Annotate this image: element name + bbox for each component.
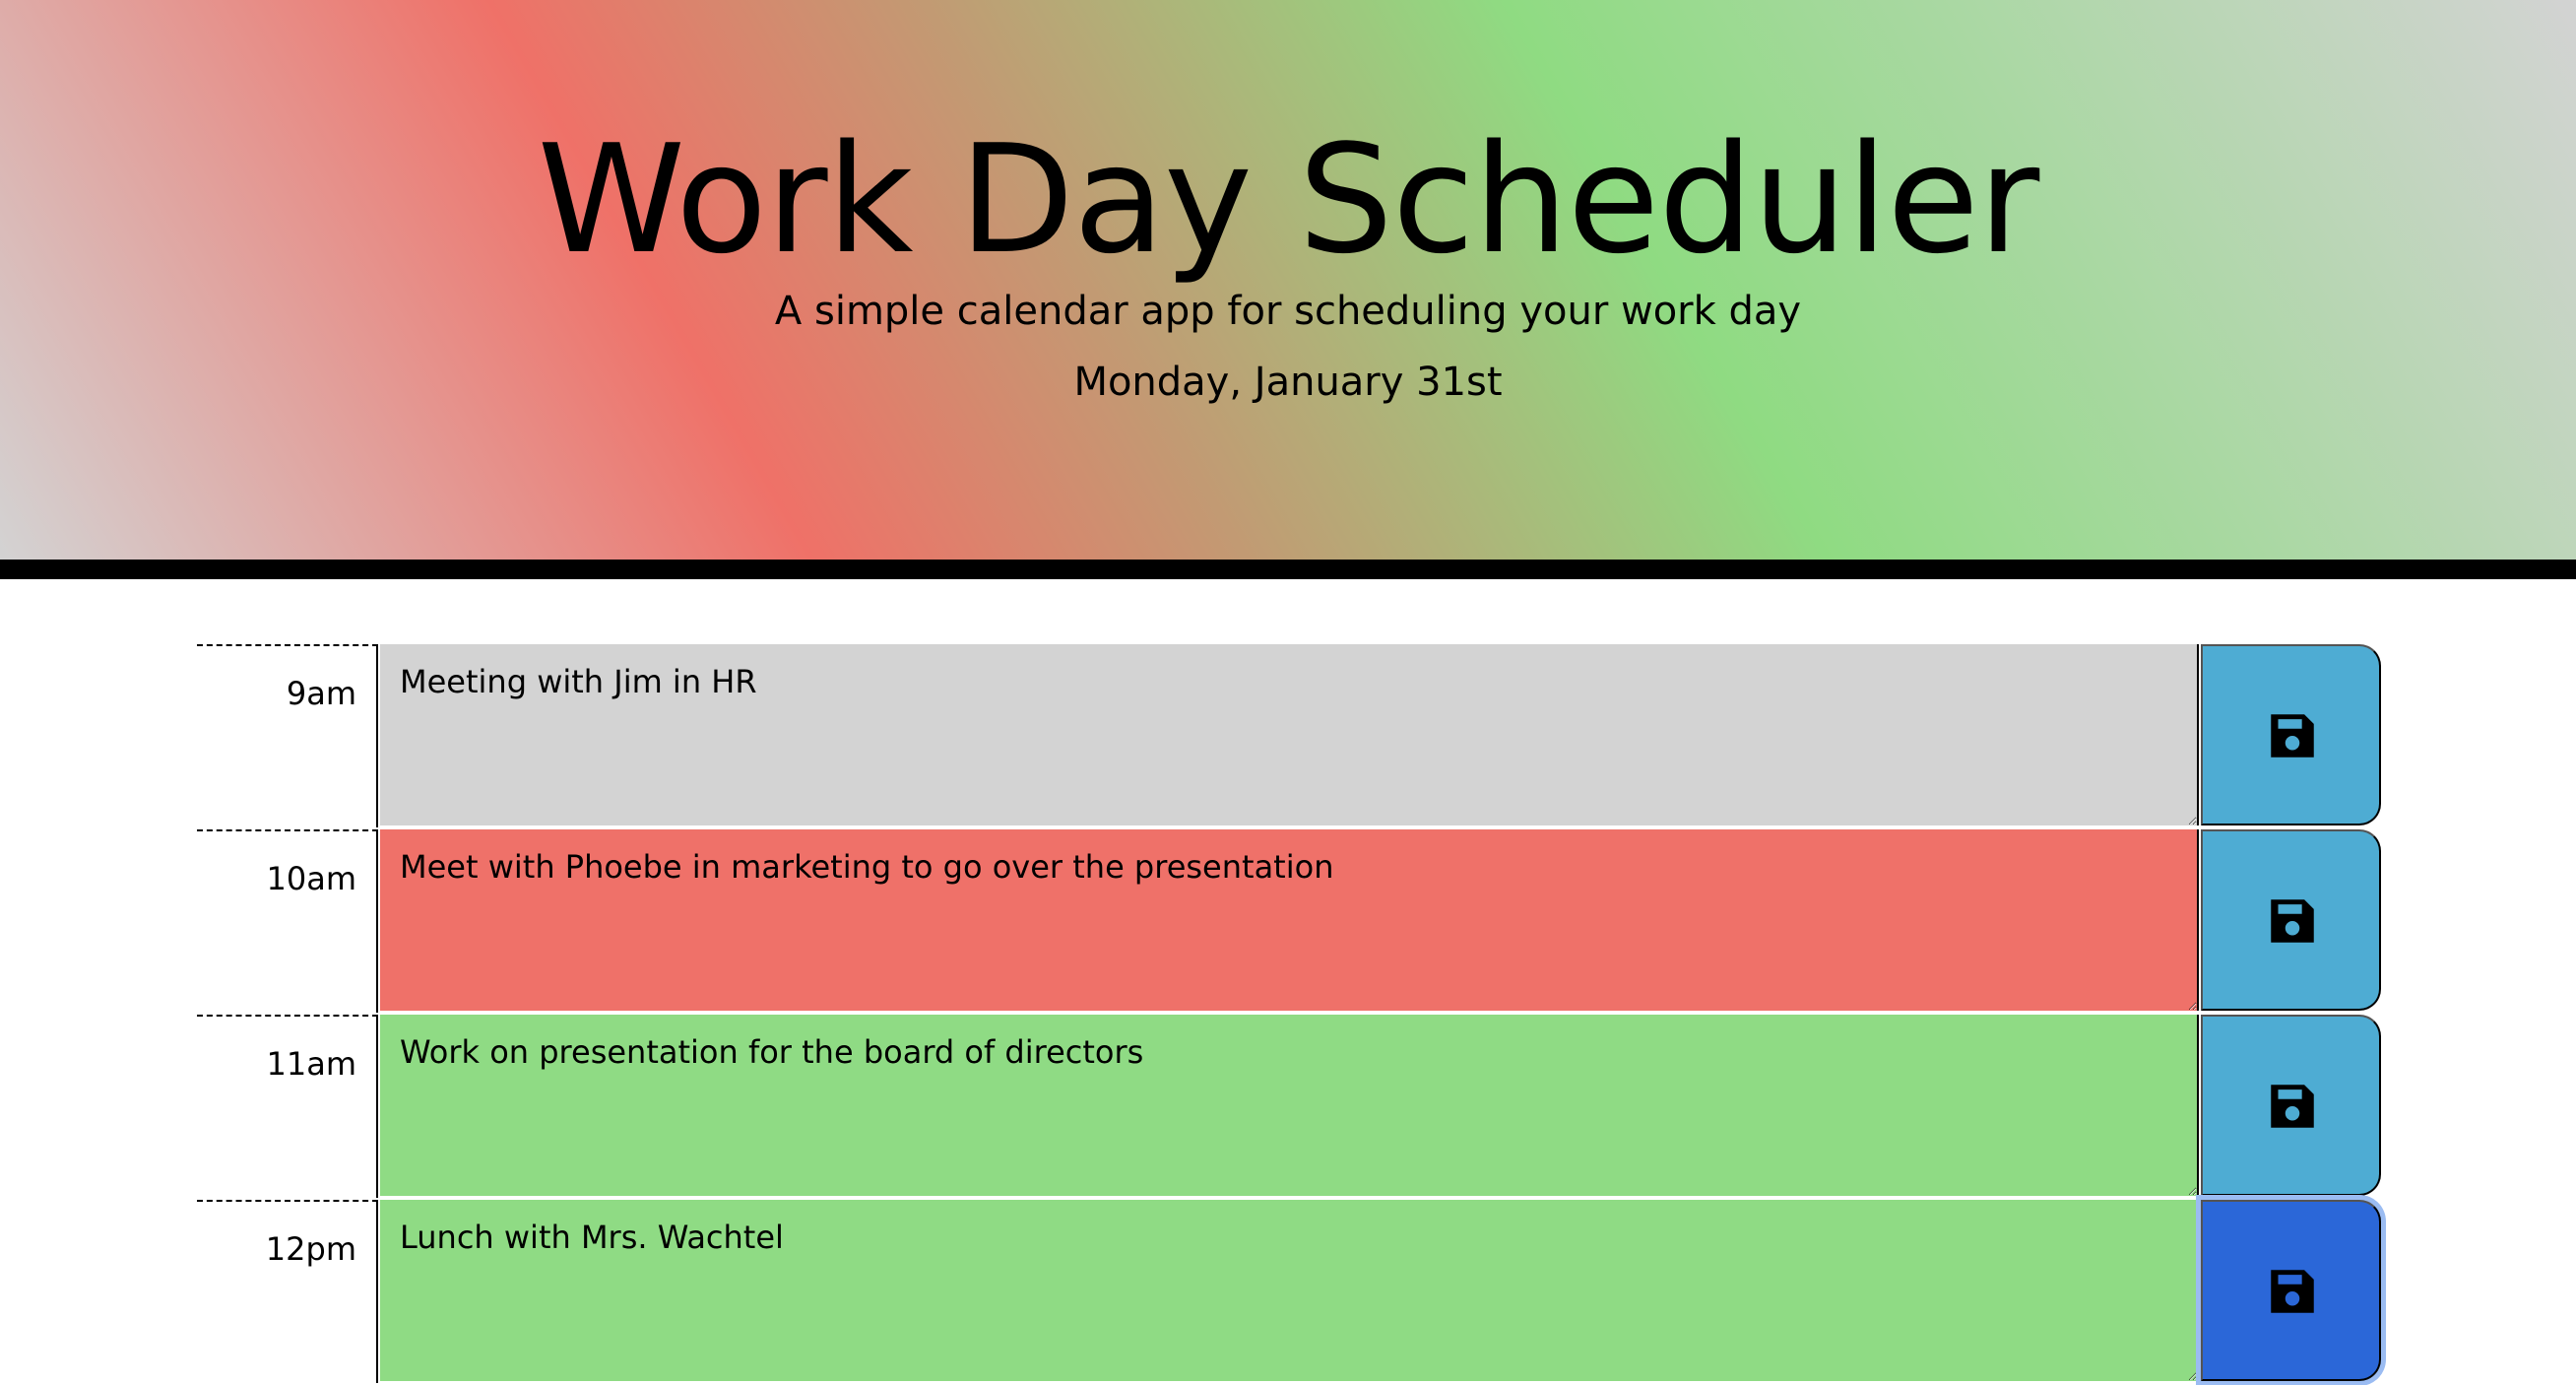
floppy-disk-icon (2271, 1270, 2314, 1313)
page-subtitle: A simple calendar app for scheduling you… (774, 289, 1802, 334)
hour-column: 12pm (197, 1200, 378, 1383)
save-button[interactable] (2201, 1200, 2381, 1381)
floppy-disk-icon (2271, 1085, 2314, 1128)
time-block-9am: 9am Meeting with Jim in HR (197, 644, 2383, 827)
event-description-input[interactable]: Work on presentation for the board of di… (380, 1015, 2199, 1196)
event-description-input[interactable]: Lunch with Mrs. Wachtel (380, 1200, 2199, 1381)
hour-label: 9am (286, 675, 356, 712)
header-banner: Work Day Scheduler A simple calendar app… (0, 0, 2576, 579)
floppy-disk-icon (2271, 899, 2314, 943)
time-block-11am: 11am Work on presentation for the board … (197, 1015, 2383, 1198)
hour-column: 11am (197, 1015, 378, 1198)
hour-column: 10am (197, 829, 378, 1013)
current-day: Monday, January 31st (1073, 360, 1503, 405)
page-title: Work Day Scheduler (537, 112, 2040, 287)
time-block-10am: 10am Meet with Phoebe in marketing to go… (197, 829, 2383, 1013)
hour-label: 11am (266, 1045, 357, 1083)
hour-label: 10am (266, 860, 357, 897)
save-button[interactable] (2201, 1015, 2381, 1196)
event-description-input[interactable]: Meeting with Jim in HR (380, 644, 2199, 825)
save-button[interactable] (2201, 829, 2381, 1011)
hour-label: 12pm (265, 1230, 356, 1268)
floppy-disk-icon (2271, 714, 2314, 758)
event-description-input[interactable]: Meet with Phoebe in marketing to go over… (380, 829, 2199, 1011)
save-button[interactable] (2201, 644, 2381, 825)
time-block-12pm: 12pm Lunch with Mrs. Wachtel (197, 1200, 2383, 1383)
hour-column: 9am (197, 644, 378, 827)
